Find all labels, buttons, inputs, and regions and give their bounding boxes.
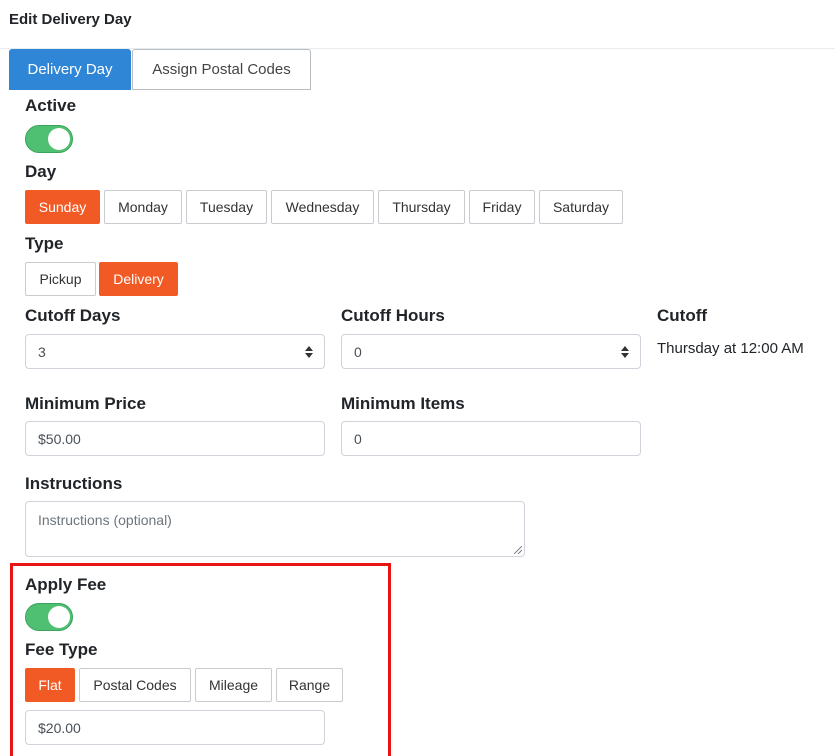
minimum-price-label: Minimum Price	[25, 394, 146, 413]
cutoff-days-label: Cutoff Days	[25, 306, 121, 325]
cutoff-value: Thursday at 12:00 AM	[657, 340, 804, 357]
day-sunday-button[interactable]: Sunday	[25, 190, 100, 224]
instructions-placeholder: Instructions (optional)	[38, 512, 172, 528]
day-label: Day	[25, 162, 57, 181]
day-wednesday-button[interactable]: Wednesday	[271, 190, 374, 224]
day-thursday-button[interactable]: Thursday	[378, 190, 465, 224]
instructions-label: Instructions	[25, 474, 123, 493]
day-tuesday-button[interactable]: Tuesday	[186, 190, 267, 224]
tab-delivery-day[interactable]: Delivery Day	[9, 49, 131, 90]
type-delivery-button[interactable]: Delivery	[99, 262, 178, 296]
minimum-items-value: 0	[354, 430, 362, 447]
minimum-items-label: Minimum Items	[341, 394, 465, 413]
select-arrows-icon	[621, 344, 629, 360]
cutoff-label: Cutoff	[657, 306, 708, 325]
cutoff-hours-select[interactable]: 0	[341, 334, 641, 369]
minimum-items-input[interactable]: 0	[341, 421, 641, 456]
active-toggle[interactable]	[25, 125, 73, 153]
instructions-textarea[interactable]: Instructions (optional)	[25, 501, 525, 557]
cutoff-hours-label: Cutoff Hours	[341, 306, 445, 325]
tab-assign-postal-codes[interactable]: Assign Postal Codes	[132, 49, 311, 90]
page-title: Edit Delivery Day	[9, 11, 132, 28]
select-arrows-icon	[305, 344, 313, 360]
cutoff-days-value: 3	[38, 343, 46, 360]
day-monday-button[interactable]: Monday	[104, 190, 182, 224]
day-saturday-button[interactable]: Saturday	[539, 190, 623, 224]
type-button-group: Pickup Delivery	[25, 262, 185, 296]
fee-highlight-box	[10, 563, 391, 756]
minimum-price-value: $50.00	[38, 430, 81, 447]
day-friday-button[interactable]: Friday	[469, 190, 535, 224]
active-label: Active	[25, 96, 77, 115]
cutoff-hours-value: 0	[354, 343, 362, 360]
minimum-price-input[interactable]: $50.00	[25, 421, 325, 456]
type-label: Type	[25, 234, 64, 253]
cutoff-days-select[interactable]: 3	[25, 334, 325, 369]
toggle-knob	[48, 128, 70, 150]
resize-handle-icon[interactable]	[514, 546, 522, 554]
type-pickup-button[interactable]: Pickup	[25, 262, 96, 296]
day-button-group: Sunday Monday Tuesday Wednesday Thursday…	[25, 190, 625, 224]
